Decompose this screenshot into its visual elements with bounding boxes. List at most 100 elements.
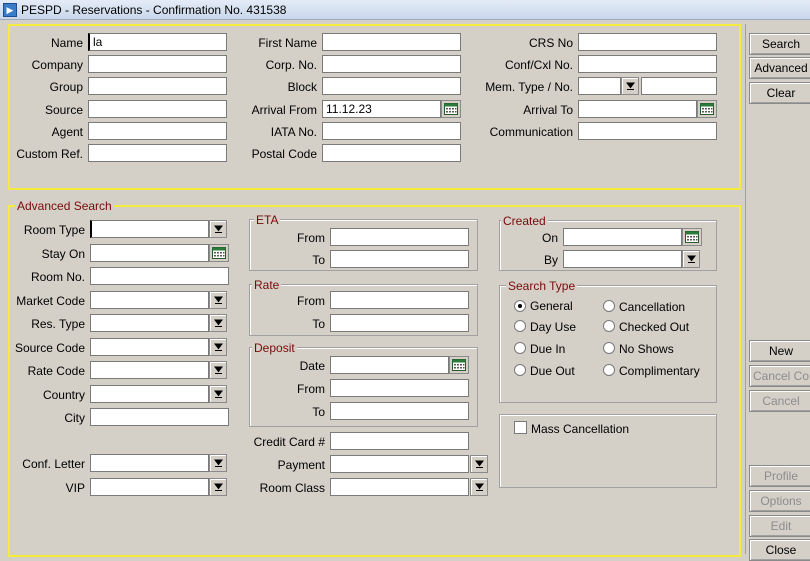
mass-cancellation-checkbox[interactable]	[514, 421, 527, 434]
first-name-input[interactable]	[322, 33, 461, 51]
stay-on-calendar-button[interactable]	[209, 244, 229, 262]
deposit-from-input[interactable]	[330, 379, 469, 397]
source-code-dropdown-button[interactable]	[209, 338, 227, 356]
conf-cxl-label: Conf/Cxl No.	[504, 58, 573, 72]
res-type-input[interactable]	[90, 314, 209, 332]
calendar-icon	[444, 103, 458, 115]
room-class-input[interactable]	[330, 478, 469, 496]
country-dropdown-button[interactable]	[209, 385, 227, 403]
search-type-due-in-label[interactable]: Due In	[530, 342, 565, 356]
source-label: Source	[44, 103, 83, 117]
new-button[interactable]: New	[749, 340, 810, 362]
rate-to-input[interactable]	[330, 314, 469, 332]
rate-code-input[interactable]	[90, 361, 209, 379]
source-code-input[interactable]	[90, 338, 209, 356]
group-input[interactable]	[88, 77, 227, 95]
search-type-complimentary-radio[interactable]	[603, 364, 615, 376]
search-type-complimentary-label[interactable]: Complimentary	[619, 364, 700, 378]
arrival-from-calendar-button[interactable]	[441, 100, 461, 118]
rate-code-dropdown-button[interactable]	[209, 361, 227, 379]
eta-to-input[interactable]	[330, 250, 469, 268]
deposit-date-input[interactable]	[330, 356, 449, 374]
eta-from-input[interactable]	[330, 228, 469, 246]
payment-dropdown-button[interactable]	[470, 455, 488, 473]
created-by-dropdown-button[interactable]	[682, 250, 700, 268]
search-type-day-use-radio[interactable]	[514, 320, 526, 332]
name-input[interactable]: la	[88, 33, 227, 51]
credit-card-label: Credit Card #	[253, 435, 325, 449]
vip-dropdown-button[interactable]	[209, 478, 227, 496]
custom-ref-input[interactable]	[88, 144, 227, 162]
created-on-calendar-button[interactable]	[682, 228, 702, 246]
search-type-checked-out-label[interactable]: Checked Out	[619, 320, 689, 334]
crs-no-input[interactable]	[578, 33, 717, 51]
dropdown-arrow-icon	[214, 319, 223, 327]
vip-label: VIP	[65, 481, 85, 495]
country-label: Country	[42, 388, 85, 402]
clear-button[interactable]: Clear	[749, 82, 810, 104]
res-type-dropdown-button[interactable]	[209, 314, 227, 332]
block-input[interactable]	[322, 77, 461, 95]
search-type-due-out-label[interactable]: Due Out	[530, 364, 575, 378]
rate-to-label: To	[312, 317, 325, 331]
stay-on-input[interactable]	[90, 244, 209, 262]
conf-cxl-input[interactable]	[578, 55, 717, 73]
room-type-input[interactable]	[90, 220, 209, 238]
conf-letter-input[interactable]	[90, 454, 209, 472]
advanced-button[interactable]: Advanced	[749, 57, 810, 79]
credit-card-input[interactable]	[330, 432, 469, 450]
market-code-dropdown-button[interactable]	[209, 291, 227, 309]
arrival-to-input[interactable]	[578, 100, 697, 118]
country-input[interactable]	[90, 385, 209, 403]
mem-type-input[interactable]	[578, 77, 621, 95]
source-input[interactable]	[88, 100, 227, 118]
search-type-no-shows-label[interactable]: No Shows	[619, 342, 674, 356]
mem-type-dropdown-button[interactable]	[621, 77, 639, 95]
mem-no-input[interactable]	[641, 77, 717, 95]
deposit-to-input[interactable]	[330, 402, 469, 420]
corp-no-input[interactable]	[322, 55, 461, 73]
close-button[interactable]: Close	[749, 539, 810, 561]
room-type-dropdown-button[interactable]	[209, 220, 227, 238]
rate-from-input[interactable]	[330, 291, 469, 309]
conf-letter-dropdown-button[interactable]	[209, 454, 227, 472]
source-code-label: Source Code	[14, 341, 85, 355]
search-type-general-label[interactable]: General	[530, 299, 573, 313]
search-type-due-out-radio[interactable]	[514, 364, 526, 376]
room-no-label: Room No.	[30, 270, 85, 284]
search-type-cancellation-radio[interactable]	[603, 300, 615, 312]
room-no-input[interactable]	[90, 267, 229, 285]
company-input[interactable]	[88, 55, 227, 73]
communication-input[interactable]	[578, 122, 717, 140]
postal-code-input[interactable]	[322, 144, 461, 162]
created-by-input[interactable]	[563, 250, 682, 268]
deposit-to-label: To	[312, 405, 325, 419]
arrival-from-input[interactable]: 11.12.23	[322, 100, 441, 118]
market-code-input[interactable]	[90, 291, 209, 309]
search-type-cancellation-label[interactable]: Cancellation	[619, 300, 685, 314]
deposit-date-calendar-button[interactable]	[449, 356, 469, 374]
city-input[interactable]	[90, 408, 229, 426]
mass-cancellation-label[interactable]: Mass Cancellation	[531, 422, 629, 436]
arrival-to-calendar-button[interactable]	[697, 100, 717, 118]
dropdown-arrow-icon	[687, 255, 696, 263]
search-button[interactable]: Search	[749, 33, 810, 55]
iata-input[interactable]	[322, 122, 461, 140]
payment-input[interactable]	[330, 455, 469, 473]
search-type-checked-out-radio[interactable]	[603, 320, 615, 332]
agent-input[interactable]	[88, 122, 227, 140]
cancel-button[interactable]: Cancel	[749, 390, 810, 412]
search-type-no-shows-radio[interactable]	[603, 342, 615, 354]
options-button[interactable]: Options	[749, 490, 810, 512]
search-type-general-radio[interactable]	[514, 300, 526, 312]
search-type-day-use-label[interactable]: Day Use	[530, 320, 576, 334]
created-on-input[interactable]	[563, 228, 682, 246]
room-class-dropdown-button[interactable]	[470, 478, 488, 496]
profile-button[interactable]: Profile	[749, 465, 810, 487]
search-type-due-in-radio[interactable]	[514, 342, 526, 354]
cancel-co-button[interactable]: Cancel Co	[749, 365, 810, 387]
edit-button[interactable]: Edit	[749, 515, 810, 537]
arrival-from-label: Arrival From	[251, 103, 317, 117]
vip-input[interactable]	[90, 478, 209, 496]
market-code-label: Market Code	[16, 294, 85, 308]
